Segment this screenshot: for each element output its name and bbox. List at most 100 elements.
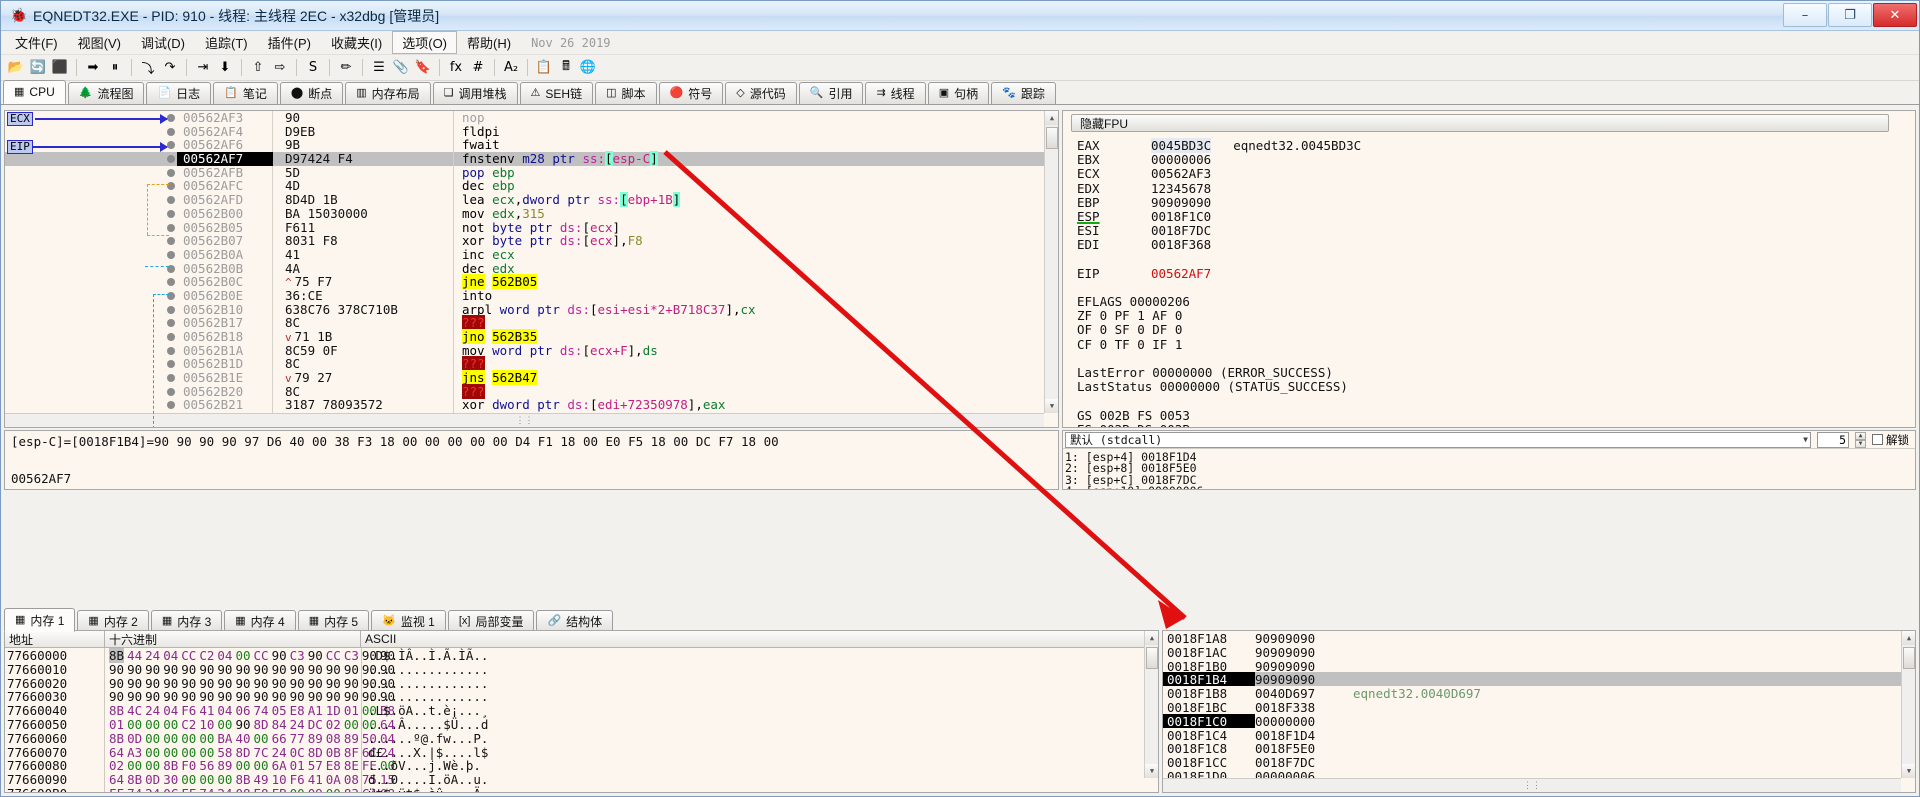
disassembly-row[interactable]: 00562AF7D97424 F4fnstenv m28 ptr ss:[esp… [5, 152, 1058, 166]
stack-dump-row[interactable]: 0018F1CC0018F7DC [1163, 755, 1915, 769]
call-argument-row[interactable]: 1: [esp+4] 0018F1D4 [1065, 450, 1915, 461]
breakpoint-dot-icon[interactable] [167, 401, 175, 409]
hex-byte[interactable]: 04 [163, 648, 178, 663]
register-value[interactable]: 12345678 [1151, 181, 1211, 196]
dump-hex-bytes[interactable]: 90909090909090909090909090909090 [105, 662, 361, 676]
hex-byte[interactable]: 24 [217, 786, 232, 793]
trace-over-icon[interactable]: ⇨ [270, 58, 290, 78]
hex-byte[interactable]: 90 [181, 676, 196, 691]
breakpoint-dot-icon[interactable] [167, 251, 175, 259]
memory-dump-row[interactable]: 77660090648B0D300000008B4910F6410A087515… [5, 772, 1158, 786]
hex-byte[interactable]: 0D [145, 772, 160, 787]
tab-句柄[interactable]: ▣句柄 [928, 82, 989, 104]
hex-byte[interactable]: 8B [127, 772, 142, 787]
breakpoint-gutter[interactable] [5, 357, 177, 371]
hex-byte[interactable]: 90 [290, 662, 305, 677]
register-value[interactable]: 0045BD3C [1151, 138, 1211, 153]
run-icon[interactable]: ➡ [83, 58, 103, 78]
disassembly-row[interactable]: 00562B1Ev79 27jns 562B47 [5, 371, 1058, 385]
hex-byte[interactable]: 90 [109, 689, 124, 704]
hex-byte[interactable]: 90 [199, 689, 214, 704]
hex-byte[interactable]: 41 [199, 703, 214, 718]
hex-byte[interactable]: 74 [254, 703, 269, 718]
breakpoint-dot-icon[interactable] [167, 114, 175, 122]
hex-byte[interactable]: 89 [217, 758, 232, 773]
hex-byte[interactable]: 90 [235, 662, 250, 677]
hex-byte[interactable]: 40 [235, 731, 250, 746]
bottom-tab-内存 4[interactable]: ▦内存 4 [224, 610, 295, 632]
stack-value[interactable]: 90909090 [1255, 631, 1353, 645]
disassembly-row[interactable]: 00562AF4D9EBfldpi [5, 125, 1058, 139]
hex-byte[interactable]: 00 [163, 717, 178, 732]
tab-内存布局[interactable]: ▥内存布局 [345, 82, 430, 104]
hex-byte[interactable]: 64 [109, 772, 124, 787]
hex-byte[interactable]: 00 [344, 717, 359, 732]
register-row-eax[interactable]: EAX0045BD3Ceqnedt32.0045BD3C [1077, 138, 1915, 152]
log-icon[interactable]: ☰ [369, 58, 389, 78]
hex-byte[interactable]: 90 [163, 676, 178, 691]
hex-byte[interactable]: 77 [290, 731, 305, 746]
breakpoint-dot-icon[interactable] [167, 169, 175, 177]
disassembly-vscrollbar[interactable]: ▲ ▼ [1044, 111, 1058, 413]
dump-hex-bytes[interactable]: 90909090909090909090909090909090 [105, 676, 361, 690]
hex-byte[interactable]: 8B [109, 648, 124, 663]
hex-byte[interactable]: 01 [290, 758, 305, 773]
breakpoint-gutter[interactable] [5, 234, 177, 248]
hex-byte[interactable]: E8 [290, 703, 305, 718]
hash-icon[interactable]: # [468, 58, 488, 78]
hex-byte[interactable]: 90 [145, 689, 160, 704]
hex-byte[interactable]: 66 [272, 731, 287, 746]
arg-count-stepper[interactable]: ▲ ▼ [1855, 432, 1866, 448]
hex-byte[interactable]: 84 [272, 717, 287, 732]
hex-byte[interactable]: 1D [326, 703, 341, 718]
menu-item-0[interactable]: 文件(F) [5, 31, 68, 54]
hex-byte[interactable]: 90 [254, 676, 269, 691]
memory-dump-row[interactable]: 7766003090909090909090909090909090909090… [5, 689, 1158, 703]
breakpoint-dot-icon[interactable] [167, 224, 175, 232]
register-row-eip[interactable]: EIP00562AF7 [1077, 266, 1915, 280]
hex-byte[interactable]: 00 [181, 745, 196, 760]
hex-byte[interactable]: A1 [308, 703, 323, 718]
hex-byte[interactable]: 04 [217, 703, 232, 718]
stack-value[interactable]: 90909090 [1255, 645, 1353, 659]
disassembly-row[interactable]: 00562AFC4Ddec ebp [5, 179, 1058, 193]
stack-dump-row[interactable]: 0018F1BC0018F338 [1163, 700, 1915, 714]
memory-dump-row[interactable]: 776600408B4C2404F64104067405E8A11D0100B8… [5, 703, 1158, 717]
hex-byte[interactable]: 90 [127, 676, 142, 691]
hex-byte[interactable]: 90 [308, 689, 323, 704]
hex-byte[interactable]: 90 [127, 662, 142, 677]
dump-hex-bytes[interactable]: 8B4C2404F64104067405E8A11D0100B8 [105, 703, 361, 717]
breakpoint-gutter[interactable] [5, 289, 177, 303]
hex-byte[interactable]: 06 [235, 703, 250, 718]
hex-byte[interactable]: 90 [217, 676, 232, 691]
hex-byte[interactable]: 90 [109, 662, 124, 677]
disassembly-row[interactable]: 00562B208C??? [5, 385, 1058, 399]
hex-byte[interactable]: FF [181, 786, 196, 793]
hex-byte[interactable]: C2 [199, 648, 214, 663]
hex-byte[interactable]: 90 [272, 676, 287, 691]
hex-byte[interactable]: 0B [326, 745, 341, 760]
maximize-button[interactable]: ❐ [1828, 3, 1872, 27]
hex-byte[interactable]: F6 [181, 703, 196, 718]
memory-dump-row[interactable]: 776600608B0D00000000BA400066778908895004… [5, 731, 1158, 745]
trace-into-icon[interactable]: ⇧ [248, 58, 268, 78]
disassembly-row[interactable]: 00562B18v71 1Bjno 562B35 [5, 330, 1058, 344]
breakpoint-gutter[interactable] [5, 371, 177, 385]
hex-byte[interactable]: FB [272, 786, 287, 793]
memory-dump-row[interactable]: 776600800200008BF0568900006A0157E88EFE00… [5, 758, 1158, 772]
breakpoint-gutter[interactable] [5, 207, 177, 221]
hex-byte[interactable]: 90 [272, 662, 287, 677]
breakpoint-dot-icon[interactable] [167, 333, 175, 341]
stack-value[interactable]: 90909090 [1255, 659, 1353, 673]
breakpoint-gutter[interactable] [5, 303, 177, 317]
hex-byte[interactable]: 00 [181, 772, 196, 787]
hex-byte[interactable]: 00 [163, 745, 178, 760]
disassembly-row[interactable]: 00562B213187 78093572xor dword ptr ds:[e… [5, 398, 1058, 412]
memory-dump-row[interactable]: 7766007064A300000000588D7C240C8D0B8F6C24… [5, 745, 1158, 759]
hex-byte[interactable]: 00 [163, 731, 178, 746]
register-row-edi[interactable]: EDI0018F368 [1077, 237, 1915, 251]
hex-byte[interactable]: 0C [290, 745, 305, 760]
disassembly-hscrollbar[interactable]: ⋮⋮ [5, 413, 1044, 427]
stack-vscroll-thumb[interactable] [1903, 647, 1915, 669]
disassembly-row[interactable]: 00562B0A41inc ecx [5, 248, 1058, 262]
